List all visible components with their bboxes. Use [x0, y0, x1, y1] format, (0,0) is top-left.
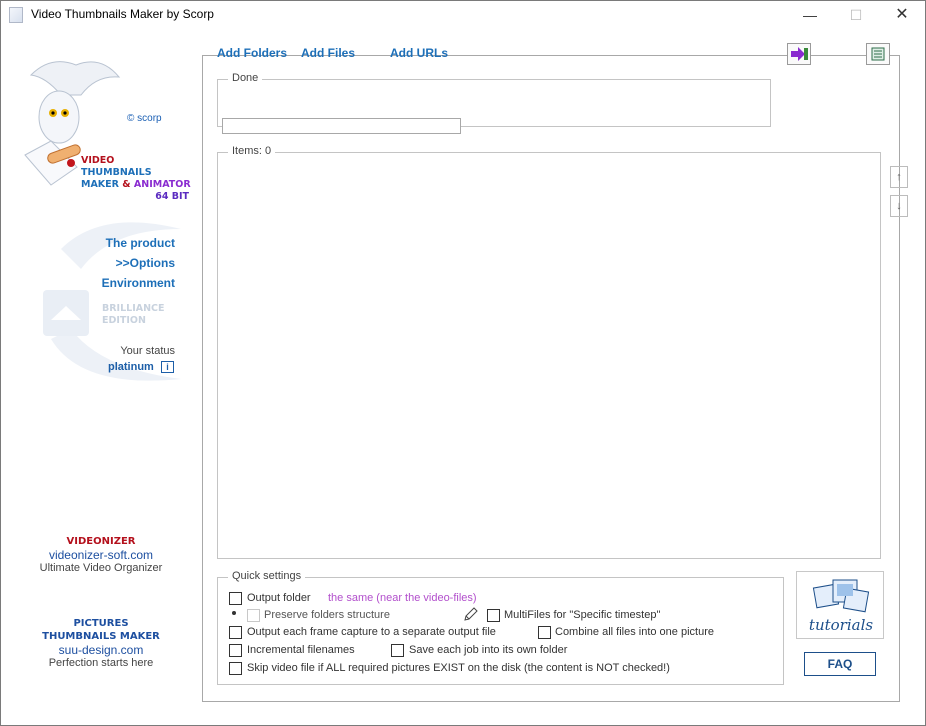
progress-bar — [222, 118, 461, 134]
preserve-structure-checkbox[interactable] — [247, 609, 260, 622]
promo-videonizer[interactable]: VIDEONIZER videonizer-soft.com Ultimate … — [1, 535, 201, 574]
tutorials-button[interactable]: tutorials — [796, 571, 884, 639]
nav-options[interactable]: >>Options — [116, 256, 175, 270]
status-group-label: Done — [228, 72, 263, 84]
minimize-button[interactable]: — — [787, 1, 833, 29]
faq-button[interactable]: FAQ — [804, 652, 876, 676]
incremental-label: Incremental filenames — [247, 644, 355, 656]
export-arrow-button[interactable] — [787, 43, 811, 65]
promo-pictures-thumbnails[interactable]: PICTURES THUMBNAILS MAKER suu-design.com… — [1, 617, 201, 669]
promo-pictures-site[interactable]: suu-design.com — [1, 643, 201, 657]
status-value: platinum — [108, 361, 154, 373]
maximize-button[interactable]: ☐ — [833, 1, 879, 29]
quick-settings-label: Quick settings — [228, 570, 306, 582]
window-title: Video Thumbnails Maker by Scorp — [31, 7, 214, 21]
multifiles-checkbox[interactable] — [487, 609, 500, 622]
each-frame-label: Output each frame capture to a separate … — [247, 626, 496, 638]
items-list[interactable]: Items: 0 — [217, 145, 881, 559]
product-brand: VIDEO THUMBNAILS MAKER & ANIMATOR 64 BIT — [81, 155, 191, 203]
each-job-checkbox[interactable] — [391, 644, 404, 657]
edition-label: BRILLIANCE EDITION — [102, 303, 165, 327]
promo-pictures-title-2: THUMBNAILS MAKER — [42, 631, 160, 642]
title-bar: Video Thumbnails Maker by Scorp — ☐ ✕ — [1, 1, 925, 29]
brand-line-2: THUMBNAILS — [81, 167, 152, 178]
bullet-marker — [232, 611, 236, 615]
status-label: Your status — [120, 345, 175, 357]
tutorials-label: tutorials — [808, 616, 874, 634]
list-icon — [871, 47, 885, 61]
incremental-checkbox[interactable] — [229, 644, 242, 657]
add-folders-link[interactable]: Add Folders — [217, 46, 287, 60]
move-down-button[interactable]: ↓ — [890, 195, 908, 217]
output-folder-value[interactable]: the same (near the video-files) — [328, 592, 477, 604]
each-frame-checkbox[interactable] — [229, 626, 242, 639]
film-frames-icon — [812, 579, 870, 613]
promo-pictures-tagline: Perfection starts here — [48, 657, 154, 669]
nav-the-product[interactable]: The product — [106, 236, 175, 250]
brand-line-1: VIDEO — [81, 155, 115, 166]
nav-environment[interactable]: Environment — [102, 276, 175, 290]
promo-videonizer-title: VIDEONIZER — [66, 536, 136, 547]
brand-line-3b: & — [122, 179, 131, 190]
app-window: Video Thumbnails Maker by Scorp — ☐ ✕ © … — [0, 0, 926, 726]
brand-line-4: 64 BIT — [155, 191, 189, 202]
each-job-label: Save each job into its own folder — [409, 644, 568, 656]
copyright-label: © scorp — [127, 113, 162, 124]
skip-video-checkbox[interactable] — [229, 662, 242, 675]
multifiles-label: MultiFiles for "Specific timestep" — [504, 609, 661, 621]
promo-pictures-title-1: PICTURES — [73, 618, 129, 629]
close-button[interactable]: ✕ — [879, 1, 925, 29]
arrow-right-icon — [791, 47, 808, 61]
output-folder-label: Output folder — [247, 592, 311, 604]
info-icon[interactable]: i — [161, 361, 174, 373]
list-view-button[interactable] — [866, 43, 890, 65]
edition-icon — [43, 290, 89, 336]
move-up-button[interactable]: ↑ — [890, 166, 908, 188]
promo-videonizer-site[interactable]: videonizer-soft.com — [1, 548, 201, 562]
output-folder-checkbox[interactable] — [229, 592, 242, 605]
brand-line-3a: MAKER — [81, 179, 119, 190]
add-files-link[interactable]: Add Files — [301, 46, 355, 60]
left-panel: © scorp VIDEO THUMBNAILS MAKER & ANIMATO… — [1, 29, 201, 725]
edition-line-2: EDITION — [102, 315, 146, 326]
promo-videonizer-tagline: Ultimate Video Organizer — [39, 562, 163, 574]
combine-all-checkbox[interactable] — [538, 626, 551, 639]
items-count-label: Items: 0 — [228, 145, 276, 157]
combine-all-label: Combine all files into one picture — [555, 626, 714, 638]
brand-line-3c: ANIMATOR — [133, 179, 191, 190]
edition-line-1: BRILLIANCE — [102, 303, 165, 314]
skip-video-label: Skip video file if ALL required pictures… — [247, 662, 670, 674]
add-urls-link[interactable]: Add URLs — [390, 46, 448, 60]
pencil-icon[interactable] — [462, 605, 480, 623]
preserve-structure-label: Preserve folders structure — [264, 609, 390, 621]
app-icon — [9, 7, 23, 23]
